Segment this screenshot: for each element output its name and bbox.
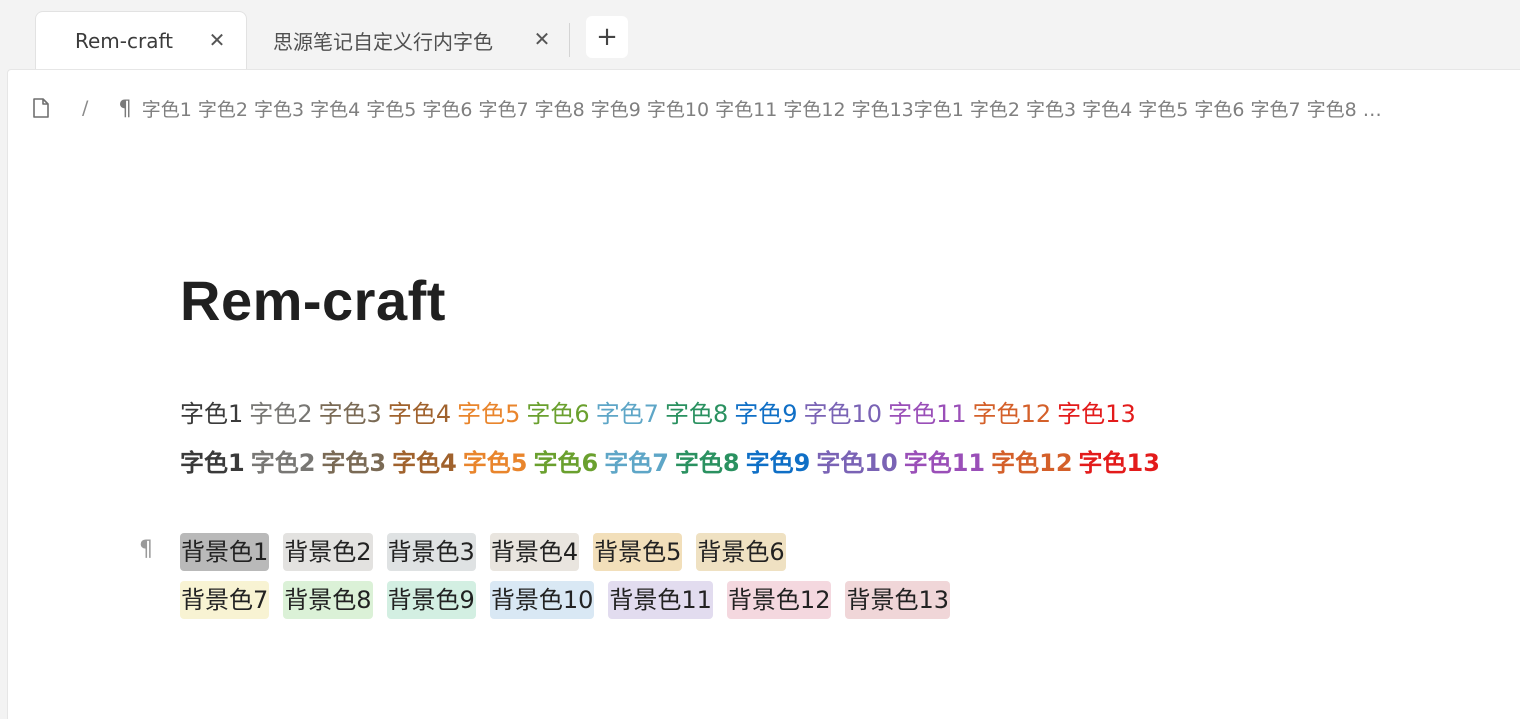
background-color-span: 背景色10 — [489, 581, 595, 619]
tab-label: Rem-craft — [75, 29, 174, 53]
new-tab-button[interactable]: + — [586, 16, 628, 58]
font-color-span: 字色4 — [392, 449, 457, 477]
font-color-span: 字色13 — [1057, 400, 1136, 428]
font-color-span: 字色5 — [462, 449, 528, 477]
background-color-span: 背景色3 — [386, 533, 476, 571]
background-color-span: 背景色2 — [283, 533, 373, 571]
font-color-span: 字色6 — [533, 449, 599, 477]
background-color-span: 背景色7 — [180, 581, 270, 619]
font-color-span: 字色8 — [674, 449, 740, 477]
tab-divider — [569, 23, 570, 57]
font-color-span: 字色12 — [991, 449, 1073, 477]
background-color-span: 背景色12 — [726, 581, 832, 619]
background-color-paragraph[interactable]: ¶ 背景色1 背景色2 背景色3 背景色4 背景色5 背景色6 背景色7 背景色8 背景色9 背… — [139, 533, 964, 629]
bg-row-1: 背景色1 背景色2 背景色3 背景色4 背景色5 背景色6 — [180, 533, 964, 581]
font-color-span: 字色7 — [595, 400, 659, 428]
font-color-span: 字色11 — [903, 449, 986, 477]
background-color-span: 背景色1 — [180, 533, 270, 571]
page-title[interactable]: Rem-craft — [180, 268, 446, 333]
font-color-span: 字色9 — [734, 400, 798, 428]
font-color-span: 字色12 — [972, 400, 1052, 428]
breadcrumb-item[interactable]: 字色1 字色2 字色3 字色4 字色5 字色6 字色7 字色8 字色9 字色10… — [142, 95, 1400, 122]
close-icon[interactable]: ✕ — [206, 28, 228, 52]
font-color-span: 字色9 — [745, 449, 811, 477]
tab-custom-font-color[interactable]: 思源笔记自定义行内字色 ✕ — [270, 11, 560, 70]
font-color-span: 字色7 — [604, 449, 669, 477]
background-color-span: 背景色8 — [283, 581, 373, 619]
font-color-span: 字色11 — [888, 400, 967, 428]
tab-bar: Rem-craft ✕ 思源笔记自定义行内字色 ✕ + — [0, 0, 1520, 70]
tab-label: 思源笔记自定义行内字色 — [273, 30, 493, 54]
font-color-line-regular[interactable]: 字色1 字色2 字色3 字色4 字色5 字色6 字色7 字色8 字色9 字色10 字色11 字色12 字… — [180, 397, 1142, 431]
font-color-span: 字色13 — [1078, 449, 1160, 477]
font-color-span: 字色8 — [664, 400, 729, 428]
font-color-span: 字色3 — [318, 400, 382, 428]
background-color-span: 背景色13 — [845, 581, 951, 619]
font-color-span: 字色1 — [180, 449, 245, 477]
font-color-span: 字色6 — [526, 400, 590, 428]
font-color-span: 字色4 — [387, 400, 452, 428]
file-icon[interactable] — [32, 98, 50, 118]
background-color-span: 背景色4 — [489, 533, 580, 571]
paragraph-icon[interactable]: ¶ — [118, 96, 131, 120]
breadcrumb-separator: / — [82, 97, 89, 119]
font-color-span: 字色10 — [803, 400, 883, 428]
font-color-span: 字色2 — [250, 449, 316, 477]
font-color-span: 字色2 — [249, 400, 313, 428]
background-color-span: 背景色9 — [386, 581, 476, 619]
tab-rem-craft[interactable]: Rem-craft ✕ — [35, 11, 247, 70]
font-color-span: 字色5 — [457, 400, 521, 428]
background-color-span: 背景色11 — [608, 581, 713, 619]
font-color-span: 字色3 — [321, 449, 387, 477]
background-color-span: 背景色6 — [696, 533, 786, 571]
font-color-span: 字色1 — [180, 400, 244, 428]
bg-row-2: 背景色7 背景色8 背景色9 背景色10 背景色11 背景色12 背景色13 — [180, 581, 964, 629]
background-color-span: 背景色5 — [593, 533, 683, 571]
paragraph-icon[interactable]: ¶ — [139, 537, 153, 562]
close-icon[interactable]: ✕ — [531, 27, 553, 51]
breadcrumb: / ¶ 字色1 字色2 字色3 字色4 字色5 字色6 字色7 字色8 字色9 … — [32, 93, 1402, 123]
font-color-line-bold[interactable]: 字色1 字色2 字色3 字色4 字色5 字色6 字色7 字色8 字色9 字色10 字色11 字色12 字… — [180, 446, 1166, 480]
editor-area[interactable]: / ¶ 字色1 字色2 字色3 字色4 字色5 字色6 字色7 字色8 字色9 … — [7, 69, 1520, 719]
font-color-span: 字色10 — [816, 449, 898, 477]
